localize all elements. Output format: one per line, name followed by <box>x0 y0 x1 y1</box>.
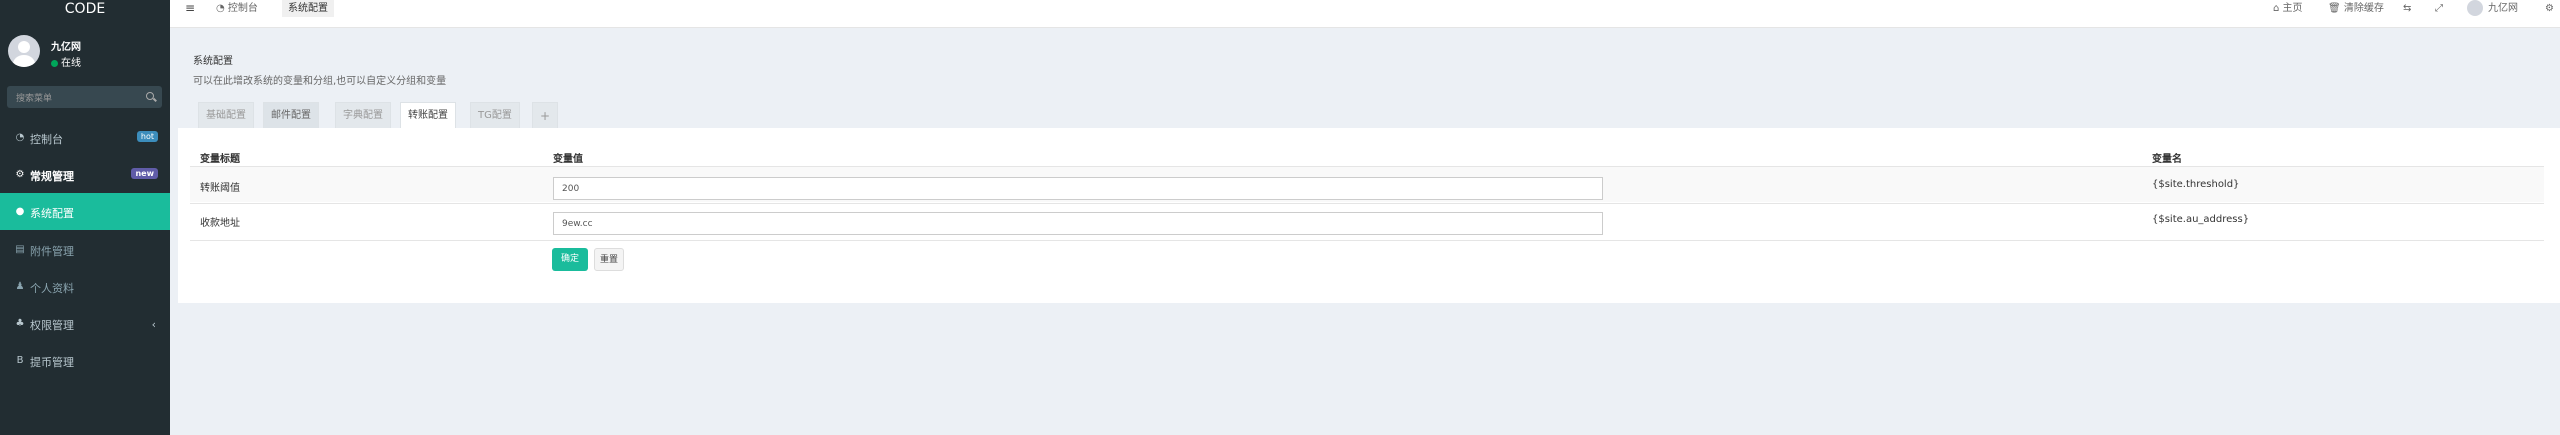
threshold-input[interactable]: 200 <box>553 177 1603 200</box>
cogs-icon: ⚙ <box>15 169 25 180</box>
top-navbar: ≡ ◔ 控制台 系统配置 ⌂ 主页 🗑 清除缓存 ⇆ ⤢ 九亿网 ⚙ <box>170 0 2560 28</box>
menu-toggle-icon[interactable]: ≡ <box>185 1 195 15</box>
header-title: 变量标题 <box>200 154 240 165</box>
sidebar-item-permission[interactable]: ♣ 权限管理 ‹ <box>0 305 170 342</box>
clear-cache-button[interactable]: 🗑 清除缓存 <box>2328 2 2384 16</box>
sidebar-item-withdraw[interactable]: B 提币管理 <box>0 342 170 379</box>
avatar-small-icon <box>2467 0 2483 16</box>
sidebar-item-attachment[interactable]: ▤ 附件管理 <box>0 231 170 268</box>
row-title: 收款地址 <box>200 218 240 229</box>
group-icon: ♣ <box>15 318 25 329</box>
bitcoin-icon: B <box>16 355 24 366</box>
sidebar-item-system-config[interactable]: ● 系统配置 <box>0 193 170 230</box>
tab-dashboard[interactable]: ◔ 控制台 <box>210 0 264 17</box>
page-description: 可以在此增改系统的变量和分组,也可以自定义分组和变量 <box>193 76 447 87</box>
settings-icon[interactable]: ⚙ <box>2545 2 2554 16</box>
tab-basic-config[interactable]: 基础配置 <box>198 102 254 128</box>
avatar <box>8 35 40 67</box>
sidebar-item-general[interactable]: ⚙ 常规管理 new <box>0 156 170 193</box>
user-panel: 九亿网 在线 <box>0 32 170 72</box>
gear-icon: ● <box>15 206 25 217</box>
hot-badge: hot <box>136 131 158 142</box>
sidebar-item-dashboard[interactable]: ◔ 控制台 hot <box>0 119 170 156</box>
search-placeholder: 搜索菜单 <box>16 94 53 104</box>
reset-button[interactable]: 重置 <box>594 248 624 271</box>
header-name: 变量名 <box>2152 154 2182 165</box>
dashboard-icon: ◔ <box>216 3 228 14</box>
online-dot-icon <box>51 59 58 67</box>
header-value: 变量值 <box>553 154 583 165</box>
sidebar: CODE 九亿网 在线 搜索菜单 ◔ 控制台 hot ⚙ 常规管理 new ● … <box>0 0 170 435</box>
tab-system-config[interactable]: 系统配置 <box>282 0 334 17</box>
user-name: 九亿网 <box>51 42 81 53</box>
sidebar-item-profile[interactable]: ♟ 个人资料 <box>0 268 170 305</box>
row-var-name: {$site.threshold} <box>2152 179 2240 190</box>
row-divider <box>190 240 2544 241</box>
tab-tg-config[interactable]: TG配置 <box>470 102 520 128</box>
tab-email-config[interactable]: 邮件配置 <box>263 102 319 128</box>
translate-icon[interactable]: ⇆ <box>2403 2 2411 16</box>
home-icon: ⌂ <box>2273 3 2283 14</box>
confirm-button[interactable]: 确定 <box>552 248 588 271</box>
trash-icon: 🗑 <box>2328 3 2344 14</box>
search-icon[interactable] <box>146 92 154 100</box>
tab-transfer-config[interactable]: 转账配置 <box>400 102 456 128</box>
tab-dict-config[interactable]: 字典配置 <box>335 102 391 128</box>
sidebar-search-input[interactable]: 搜索菜单 <box>7 86 162 108</box>
user-menu[interactable]: 九亿网 <box>2467 0 2518 16</box>
address-input[interactable]: 9ew.cc <box>553 212 1603 235</box>
fullscreen-icon[interactable]: ⤢ <box>2435 2 2443 16</box>
home-link[interactable]: ⌂ 主页 <box>2273 2 2303 16</box>
row-var-name: {$site.au_address} <box>2152 214 2250 225</box>
page-title: 系统配置 <box>193 56 233 67</box>
add-tab-button[interactable]: + <box>532 102 559 128</box>
new-badge: new <box>131 168 158 179</box>
row-title: 转账阈值 <box>200 183 240 194</box>
user-icon: ♟ <box>15 281 25 292</box>
file-image-icon: ▤ <box>15 244 25 255</box>
chevron-left-icon[interactable]: ‹ <box>152 318 156 331</box>
row-divider <box>190 203 2544 204</box>
user-status: 在线 <box>51 54 81 69</box>
logo[interactable]: CODE <box>0 0 170 18</box>
dashboard-icon: ◔ <box>15 132 25 143</box>
